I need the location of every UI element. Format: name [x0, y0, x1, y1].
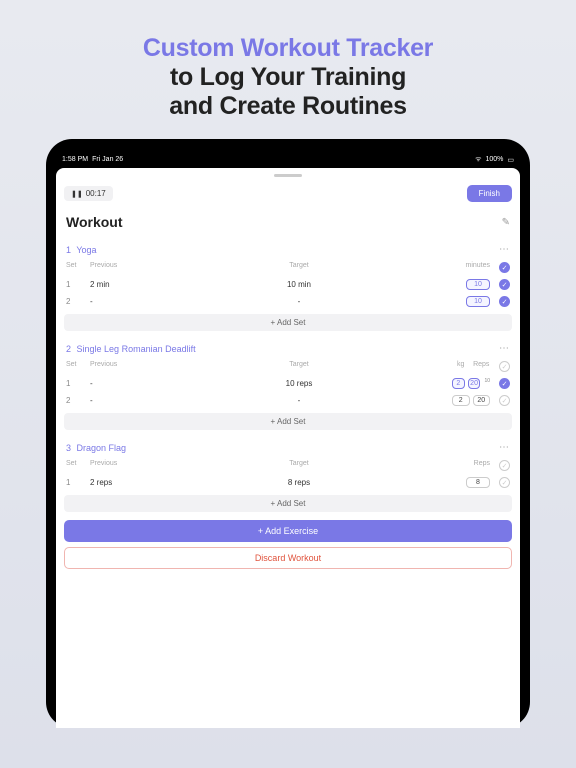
- set-row: 1 - 10 reps 2 2010 ✓: [56, 375, 520, 392]
- check-all-icon[interactable]: ✓: [499, 460, 510, 471]
- title-row: Workout ✎: [56, 206, 520, 240]
- exercise-title[interactable]: 1 Yoga: [66, 245, 97, 255]
- minutes-input[interactable]: 10: [466, 279, 490, 290]
- set-check-icon[interactable]: ✓: [499, 378, 510, 389]
- set-row: 1 2 min 10 min 10 ✓: [56, 276, 520, 293]
- reps-input[interactable]: 20: [468, 378, 481, 389]
- reps-input[interactable]: 20: [473, 395, 491, 406]
- headline-line2: to Log Your Training: [20, 63, 556, 92]
- kg-input[interactable]: 2: [452, 378, 465, 389]
- wifi-icon: ᯤ: [475, 155, 481, 164]
- finish-button[interactable]: Finish: [467, 185, 512, 202]
- sheet-drag-handle[interactable]: [274, 174, 302, 177]
- app-screen: ❚❚ 00:17 Finish Workout ✎ 1 Yoga ⋯ Set P…: [56, 168, 520, 728]
- timer-value: 00:17: [86, 189, 106, 198]
- add-set-button[interactable]: + Add Set: [64, 314, 512, 331]
- headline-line1: Custom Workout Tracker: [20, 34, 556, 63]
- check-all-icon[interactable]: ✓: [499, 361, 510, 372]
- exercise-more-icon[interactable]: ⋯: [499, 244, 510, 255]
- promo-headline: Custom Workout Tracker to Log Your Train…: [0, 0, 576, 139]
- headline-line3: and Create Routines: [20, 92, 556, 121]
- kg-input[interactable]: 2: [452, 395, 470, 406]
- battery-percent: 100%: [485, 156, 503, 163]
- pause-icon: ❚❚: [71, 190, 83, 198]
- add-set-button[interactable]: + Add Set: [64, 495, 512, 512]
- add-set-button[interactable]: + Add Set: [64, 413, 512, 430]
- exercise-block: 2 Single Leg Romanian Deadlift ⋯ Set Pre…: [56, 339, 520, 430]
- exercise-more-icon[interactable]: ⋯: [499, 442, 510, 453]
- set-check-icon[interactable]: ✓: [499, 395, 510, 406]
- add-exercise-button[interactable]: + Add Exercise: [64, 520, 512, 542]
- status-time: 1:58 PM: [62, 156, 88, 163]
- column-header: Set Previous Target Reps ✓: [56, 458, 520, 474]
- page-title: Workout: [66, 214, 123, 230]
- set-check-icon[interactable]: ✓: [499, 279, 510, 290]
- discard-workout-button[interactable]: Discard Workout: [64, 547, 512, 569]
- status-date: Fri Jan 26: [92, 156, 123, 163]
- check-all-icon[interactable]: ✓: [499, 262, 510, 273]
- set-row: 2 - - 10 ✓: [56, 293, 520, 310]
- battery-icon: ▭: [507, 156, 514, 164]
- exercise-block: 3 Dragon Flag ⋯ Set Previous Target Reps…: [56, 438, 520, 512]
- status-bar: 1:58 PM Fri Jan 26 ᯤ 100% ▭: [56, 153, 520, 168]
- exercise-title[interactable]: 2 Single Leg Romanian Deadlift: [66, 344, 196, 354]
- workout-timer[interactable]: ❚❚ 00:17: [64, 186, 113, 201]
- exercise-block: 1 Yoga ⋯ Set Previous Target minutes ✓ 1…: [56, 240, 520, 331]
- edit-icon[interactable]: ✎: [502, 217, 510, 228]
- minutes-input[interactable]: 10: [466, 296, 490, 307]
- set-check-icon[interactable]: ✓: [499, 296, 510, 307]
- tablet-frame: 1:58 PM Fri Jan 26 ᯤ 100% ▭ ❚❚ 00:17 Fin…: [46, 139, 530, 728]
- set-check-icon[interactable]: ✓: [499, 477, 510, 488]
- set-row: 1 2 reps 8 reps 8 ✓: [56, 474, 520, 491]
- column-header: Set Previous Target kg Reps ✓: [56, 359, 520, 375]
- exercise-more-icon[interactable]: ⋯: [499, 343, 510, 354]
- reps-input[interactable]: 8: [466, 477, 490, 488]
- set-row: 2 - - 2 20 ✓: [56, 392, 520, 409]
- column-header: Set Previous Target minutes ✓: [56, 260, 520, 276]
- exercise-title[interactable]: 3 Dragon Flag: [66, 443, 126, 453]
- top-bar: ❚❚ 00:17 Finish: [56, 181, 520, 206]
